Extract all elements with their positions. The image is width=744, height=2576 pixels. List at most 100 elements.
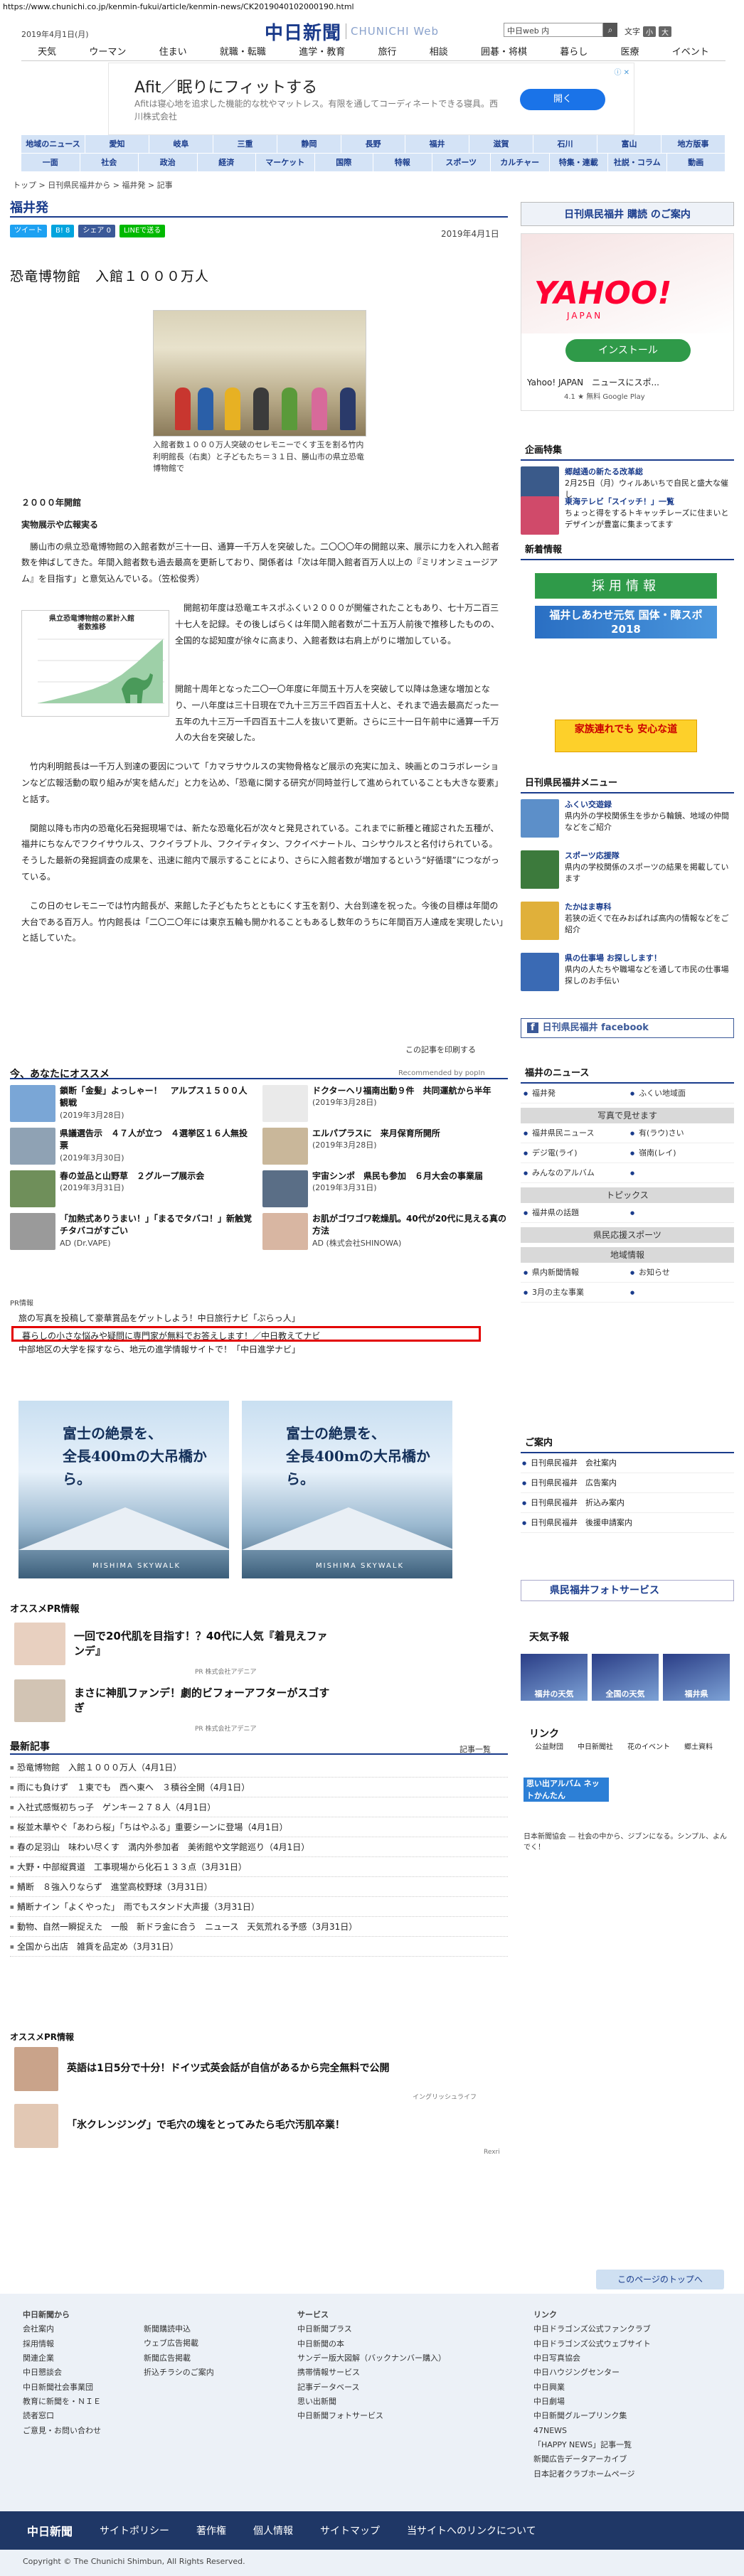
opr-item[interactable]: 一回で20代肌を目指す！？40代に人気『着見えファンデ』 PR 株式会社アデニア [14, 1623, 330, 1676]
fukui-news-link[interactable]: 有(ラウ)さい [627, 1123, 734, 1143]
footer-link[interactable]: 新聞広告掲載 [144, 2351, 214, 2366]
menu-item[interactable]: たかはま専科 若狭の近くで在みおばれば高内の情報などをご紹介 [521, 902, 734, 947]
link-item[interactable]: 郷土資料 [684, 1741, 713, 1751]
fukui-news-link[interactable]: ふくい地域面 [627, 1084, 734, 1103]
latest-item[interactable]: 春の足羽山 味わい尽くす 満内外参加者 美術館や文学館巡り（4月1日） [10, 1837, 508, 1858]
footer-link[interactable]: 中日新聞の本 [297, 2337, 446, 2351]
kokutai-banner[interactable]: 福井しあわせ元気 国体・障スポ 2018 [535, 606, 717, 638]
footer-link[interactable]: 読者窓口 [23, 2409, 101, 2423]
latest-item[interactable]: 恐竜博物館 入館１０００万人（4月1日） [10, 1758, 508, 1778]
footer-link[interactable]: 中日ドラゴンズ公式ウェブサイト [533, 2337, 651, 2351]
recruit-banner[interactable]: 採用情報 [535, 573, 717, 599]
footer-link[interactable]: 中日興業 [533, 2380, 651, 2395]
footer-link[interactable]: 中日劇場 [533, 2395, 651, 2409]
weather-prefecture[interactable]: 福井県 [663, 1654, 730, 1701]
footer-link[interactable]: 日本記者クラブホームページ [533, 2467, 651, 2481]
footer-link[interactable]: 記事データベース [297, 2380, 446, 2395]
footer-link[interactable]: 思い出新聞 [297, 2395, 446, 2409]
tweet-button[interactable]: ツイート [10, 225, 47, 237]
fukui-news-link[interactable]: 福井県民ニュース [521, 1123, 627, 1143]
pr-link[interactable]: 旅の写真を投稿して豪華賞品をゲットしよう！中日旅行ナビ「ぶらっ人」 [10, 1310, 508, 1326]
fukui-news-band[interactable]: 写真で見せます [521, 1108, 734, 1123]
opr2-item[interactable]: 英語は1日5分で十分！ドイツ式英会話が自信があるから完全無料で公開 イングリッシ… [14, 2047, 494, 2101]
fukui-news-link[interactable]: みんなのアルバム [521, 1163, 627, 1183]
gnav-medical[interactable]: 医療 [621, 44, 639, 60]
footer-link[interactable]: 中日写真協会 [533, 2351, 651, 2366]
footer-link[interactable]: サンデー版大図解（バックナンバー購入） [297, 2351, 446, 2366]
footer-link[interactable]: 「HAPPY NEWS」記事一覧 [533, 2438, 651, 2452]
secnav-mie[interactable]: 三重 [213, 135, 277, 153]
gnav-jobs[interactable]: 就職・転職 [220, 44, 266, 60]
secnav-front[interactable]: 一面 [21, 154, 80, 171]
weather-fukui[interactable]: 福井の天気 [521, 1654, 588, 1701]
footer-link[interactable]: 関連企業 [23, 2351, 101, 2366]
search-input[interactable]: 中日web 内 [504, 23, 603, 37]
footer-link[interactable]: 新聞購読申込 [144, 2322, 214, 2336]
secnav-sports[interactable]: スポーツ [432, 154, 491, 171]
sidebar-ad[interactable]: YAHOO! JAPAN インストール Yahoo! JAPAN ニュースにスポ… [521, 233, 734, 411]
secnav-culture[interactable]: カルチャー [491, 154, 550, 171]
secnav-local[interactable]: 地域のニュース [21, 135, 85, 153]
facebook-link[interactable]: f 日刊県民福井 facebook [521, 1018, 734, 1038]
press-association-banner[interactable]: 日本新聞協会 — 社会の中から、ジブンになる。シンプル、よんでく！ [524, 1832, 730, 1853]
secnav-shizuoka[interactable]: 静岡 [277, 135, 341, 153]
fukui-news-link[interactable]: デジ電(ライ) [521, 1143, 627, 1163]
secnav-world[interactable]: 国際 [314, 154, 373, 171]
footer-bar-link[interactable]: 個人情報 [253, 2523, 293, 2538]
footer-link[interactable]: 中日新聞グループリンク集 [533, 2409, 651, 2423]
pr-link-highlighted[interactable]: 暮らしの小さな悩みや疑問に専門家が無料でお答えします！／中日教えてナビ [11, 1326, 481, 1342]
footer-bar-link[interactable]: 著作権 [196, 2523, 226, 2538]
footer-link[interactable]: 採用情報 [23, 2337, 101, 2351]
subscribe-button[interactable]: 日刊県民福井 購読 のご案内 [521, 202, 734, 226]
footer-link[interactable]: 携帯情報サービス [297, 2366, 446, 2380]
fukui-news-band[interactable]: 県民応援スポーツ [521, 1227, 734, 1243]
facebook-share-button[interactable]: シェア 0 [78, 225, 115, 237]
print-link[interactable]: この記事を印刷する [405, 1044, 476, 1055]
feature-item[interactable]: 東海テレビ「スイッチ！」一覧 ちょっと得をするトキャッチレーズに住まいとデザインが… [521, 496, 734, 542]
footer-link[interactable]: 教育に新聞を・ＮＩＥ [23, 2395, 101, 2409]
fukui-news-band[interactable]: 地域情報 [521, 1247, 734, 1263]
menu-item[interactable]: ふくい交遊録 県内外の学校関係生を歩から輪鏡、地域の仲間などをご紹介 [521, 799, 734, 845]
footer-link[interactable]: 中日新聞プラス [297, 2322, 446, 2336]
weather-national[interactable]: 全国の天気 [592, 1654, 659, 1701]
photo-service-banner[interactable]: 県民福井フォトサービス [521, 1580, 734, 1601]
site-logo[interactable]: 中日新聞 CHUNICHI Web [265, 18, 478, 44]
secnav-features[interactable]: 特集・連載 [549, 154, 608, 171]
latest-item[interactable]: 入社式感慨初ちっ子 ゲンキー２７８人（4月1日） [10, 1797, 508, 1818]
footer-link[interactable]: 新聞広告データアーカイブ [533, 2452, 651, 2467]
banner-ad[interactable]: 富士の絶景を、 全長400mの大吊橋から。 MISHIMA SKYWALK [18, 1401, 229, 1578]
gnav-housing[interactable]: 住まい [159, 44, 187, 60]
secnav-aichi[interactable]: 愛知 [85, 135, 149, 153]
font-large-button[interactable]: 大 [659, 26, 671, 37]
guide-link[interactable]: 日刊県民福井 広告案内 [521, 1473, 734, 1493]
fukui-news-link[interactable]: 福井発 [521, 1084, 627, 1103]
footer-logo[interactable]: 中日新聞 [27, 2522, 73, 2539]
footer-link[interactable]: 中日新聞フォトサービス [297, 2409, 446, 2423]
gnav-travel[interactable]: 旅行 [378, 44, 396, 60]
guide-link[interactable]: 日刊県民福井 会社案内 [521, 1453, 734, 1473]
gnav-education[interactable]: 進学・教育 [299, 44, 345, 60]
secnav-video[interactable]: 動画 [666, 154, 726, 171]
line-share-button[interactable]: LINEで送る [119, 225, 166, 237]
fukui-news-link[interactable]: 福井県の話題 [521, 1203, 627, 1223]
recommend-item[interactable]: エルパプラスに 来月保育所開所 (2019年3月28日) [262, 1128, 508, 1165]
gnav-life[interactable]: 暮らし [560, 44, 588, 60]
secnav-toyama[interactable]: 富山 [597, 135, 661, 153]
latest-item[interactable]: 鯖断ナイン「よくやった」 雨でもスタンド大声援（3月31日） [10, 1897, 508, 1918]
recommend-item[interactable]: 鎖断「金髪」よっしゃー！ アルプス１５００人観戦 (2019年3月28日) [10, 1085, 255, 1122]
pr-link[interactable]: 中部地区の大学を探すなら、地元の進学情報サイトで！「中日進学ナビ」 [10, 1342, 508, 1357]
footer-link[interactable]: 中日懇談会 [23, 2366, 101, 2380]
link-item[interactable]: 公益財団 [535, 1741, 563, 1751]
latest-item[interactable]: 鯖断 ８強入りならず 進堂高校野球（3月31日） [10, 1877, 508, 1898]
fukui-news-link[interactable]: お知らせ [627, 1263, 734, 1283]
secnav-regional[interactable]: 地方版事 [661, 135, 726, 153]
hatena-button[interactable]: B! 8 [51, 225, 75, 237]
latest-item[interactable]: 動物、自然一瞬捉えた 一般 新ドラ金に合う ニュース 天気荒れる予感（3月31日… [10, 1917, 508, 1938]
gnav-igo[interactable]: 囲碁・将棋 [481, 44, 527, 60]
recommend-item[interactable]: 県議選告示 ４７人が立つ ４選挙区１６人無投票 (2019年3月30日) [10, 1128, 255, 1165]
menu-item[interactable]: 県の仕事場 お探しします！ 県内の人たちや職場などを通して市民の仕事場探しのお手伝… [521, 953, 734, 998]
recommend-item[interactable]: 宇宙シンポ 県民も参加 ６月大会の事業届 (2019年3月31日) [262, 1170, 508, 1207]
opr-item[interactable]: まさに神肌ファンデ！劇的ビフォーアフターがスゴすぎ PR 株式会社アデニア [14, 1679, 330, 1733]
footer-link[interactable]: 中日ドラゴンズ公式ファンクラブ [533, 2322, 651, 2336]
gnav-woman[interactable]: ウーマン [89, 44, 126, 60]
